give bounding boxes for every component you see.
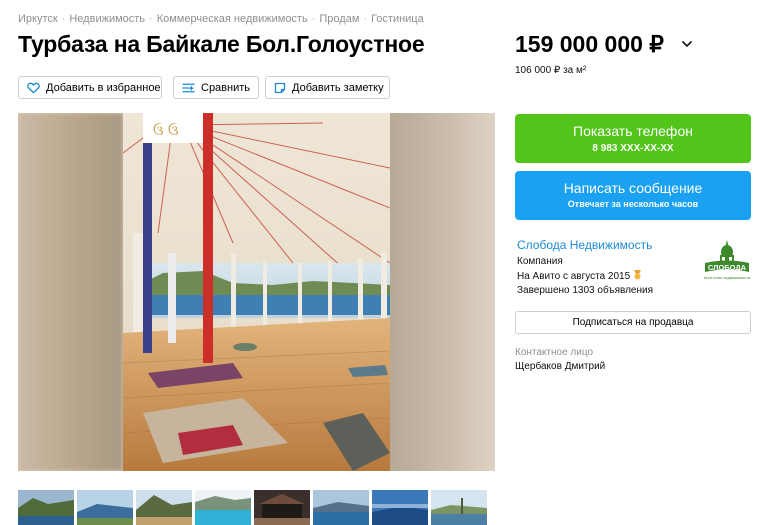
compare-button[interactable]: Сравнить xyxy=(173,76,259,99)
compare-label: Сравнить xyxy=(201,81,251,94)
chevron-down-icon[interactable] xyxy=(681,38,693,50)
seller-since-text: На Авито с августа 2015 xyxy=(517,271,631,282)
medal-icon xyxy=(633,270,641,280)
photo-blur-right xyxy=(390,113,495,471)
breadcrumb-item-sell[interactable]: Продам xyxy=(319,13,359,25)
add-favorite-button[interactable]: Добавить в избранное xyxy=(18,76,162,99)
page-title: Турбаза на Байкале Бол.Голоустное xyxy=(18,31,425,57)
breadcrumb-item-commercial[interactable]: Коммерческая недвижимость xyxy=(157,13,308,25)
breadcrumb-separator: · xyxy=(311,13,316,25)
contact-person-label: Контактное лицо xyxy=(515,347,594,358)
thumbnail[interactable] xyxy=(18,490,74,525)
thumbnail[interactable] xyxy=(254,490,310,525)
phone-number: 8 983 XXX-XX-XX xyxy=(592,143,674,154)
thumbnail[interactable] xyxy=(313,490,369,525)
add-favorite-label: Добавить в избранное xyxy=(46,81,161,94)
svg-text:ઉ ઉ: ઉ ઉ xyxy=(153,123,179,139)
breadcrumb-item-hotel[interactable]: Гостиница xyxy=(371,13,424,25)
breadcrumb-separator: · xyxy=(363,13,368,25)
seller-logo-subtext: Агентство недвижимости xyxy=(704,275,751,280)
breadcrumb-separator: · xyxy=(61,13,66,25)
thumbnail[interactable] xyxy=(136,490,192,525)
main-photo[interactable]: ઉ ઉ xyxy=(18,113,495,471)
thumbnail[interactable] xyxy=(431,490,487,525)
seller-since: На Авито с августа 2015 xyxy=(517,270,642,282)
show-phone-label: Показать телефон xyxy=(573,123,693,139)
subscribe-seller-label: Подписаться на продавца xyxy=(572,317,694,328)
photo-blur-left xyxy=(18,113,123,471)
seller-completed: Завершено 1303 объявления xyxy=(517,285,654,296)
contact-person-name: Щербаков Дмитрий xyxy=(515,361,606,372)
write-message-label: Написать сообщение xyxy=(563,180,703,196)
seller-name-link[interactable]: Слобода Недвижимость xyxy=(517,238,652,252)
yurt-interior-image: ઉ ઉ xyxy=(123,113,390,471)
note-icon xyxy=(274,82,286,93)
response-time: Отвечает за несколько часов xyxy=(567,199,699,209)
breadcrumb: Иркутск · Недвижимость · Коммерческая недвиж… xyxy=(18,13,424,25)
compare-icon xyxy=(182,83,195,92)
price-per-meter: 106 000 ₽ за м² xyxy=(515,65,587,76)
add-note-label: Добавить заметку xyxy=(292,81,384,94)
breadcrumb-item-city[interactable]: Иркутск xyxy=(18,13,58,25)
add-note-button[interactable]: Добавить заметку xyxy=(265,76,390,99)
show-phone-button[interactable]: Показать телефон 8 983 XXX-XX-XX xyxy=(515,114,751,163)
thumbnail[interactable] xyxy=(195,490,251,525)
thumbnail[interactable] xyxy=(372,490,428,525)
thumbnail[interactable] xyxy=(77,490,133,525)
breadcrumb-item-realty[interactable]: Недвижимость xyxy=(69,13,145,25)
seller-type: Компания xyxy=(517,256,563,267)
write-message-button[interactable]: Написать сообщение Отвечает за несколько… xyxy=(515,171,751,220)
price: 159 000 000 ₽ xyxy=(515,31,664,57)
thumbnail-strip xyxy=(18,490,487,525)
seller-logo-text: СЛОБОДА xyxy=(708,263,747,272)
subscribe-seller-button[interactable]: Подписаться на продавца xyxy=(515,311,751,334)
heart-icon xyxy=(27,82,40,93)
seller-logo[interactable]: СЛОБОДА Агентство недвижимости xyxy=(703,238,751,284)
breadcrumb-separator: · xyxy=(149,13,153,25)
